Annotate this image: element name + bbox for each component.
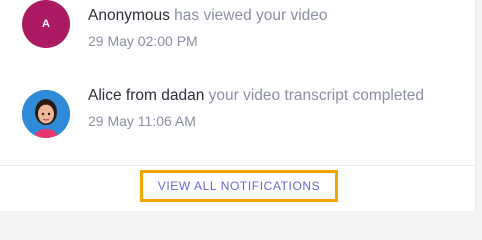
divider bbox=[0, 165, 476, 166]
notification-time: 29 May 11:06 AM bbox=[88, 113, 196, 129]
notification-time: 29 May 02:00 PM bbox=[88, 33, 198, 49]
user-avatar-icon bbox=[22, 90, 70, 138]
view-all-label: VIEW ALL NOTIFICATIONS bbox=[157, 179, 321, 193]
notification-message: your video transcript completed bbox=[204, 87, 424, 104]
avatar: A bbox=[22, 0, 70, 48]
notification-message: has viewed your video bbox=[169, 7, 328, 24]
avatar bbox=[22, 90, 70, 138]
notification-text: Alice from dadan your video transcript c… bbox=[88, 85, 448, 130]
notification-item[interactable]: Alice from dadan your video transcript c… bbox=[22, 80, 462, 150]
notifications-panel: A Anonymous has viewed your video 29 May… bbox=[0, 0, 476, 211]
notification-item[interactable]: A Anonymous has viewed your video 29 May… bbox=[22, 0, 462, 60]
avatar-initial: A bbox=[42, 18, 50, 30]
notification-actor: Alice from dadan bbox=[88, 87, 205, 104]
notification-text: Anonymous has viewed your video 29 May 0… bbox=[88, 5, 448, 50]
view-all-notifications-button[interactable]: VIEW ALL NOTIFICATIONS bbox=[140, 170, 338, 202]
notification-actor: Anonymous bbox=[88, 7, 170, 24]
